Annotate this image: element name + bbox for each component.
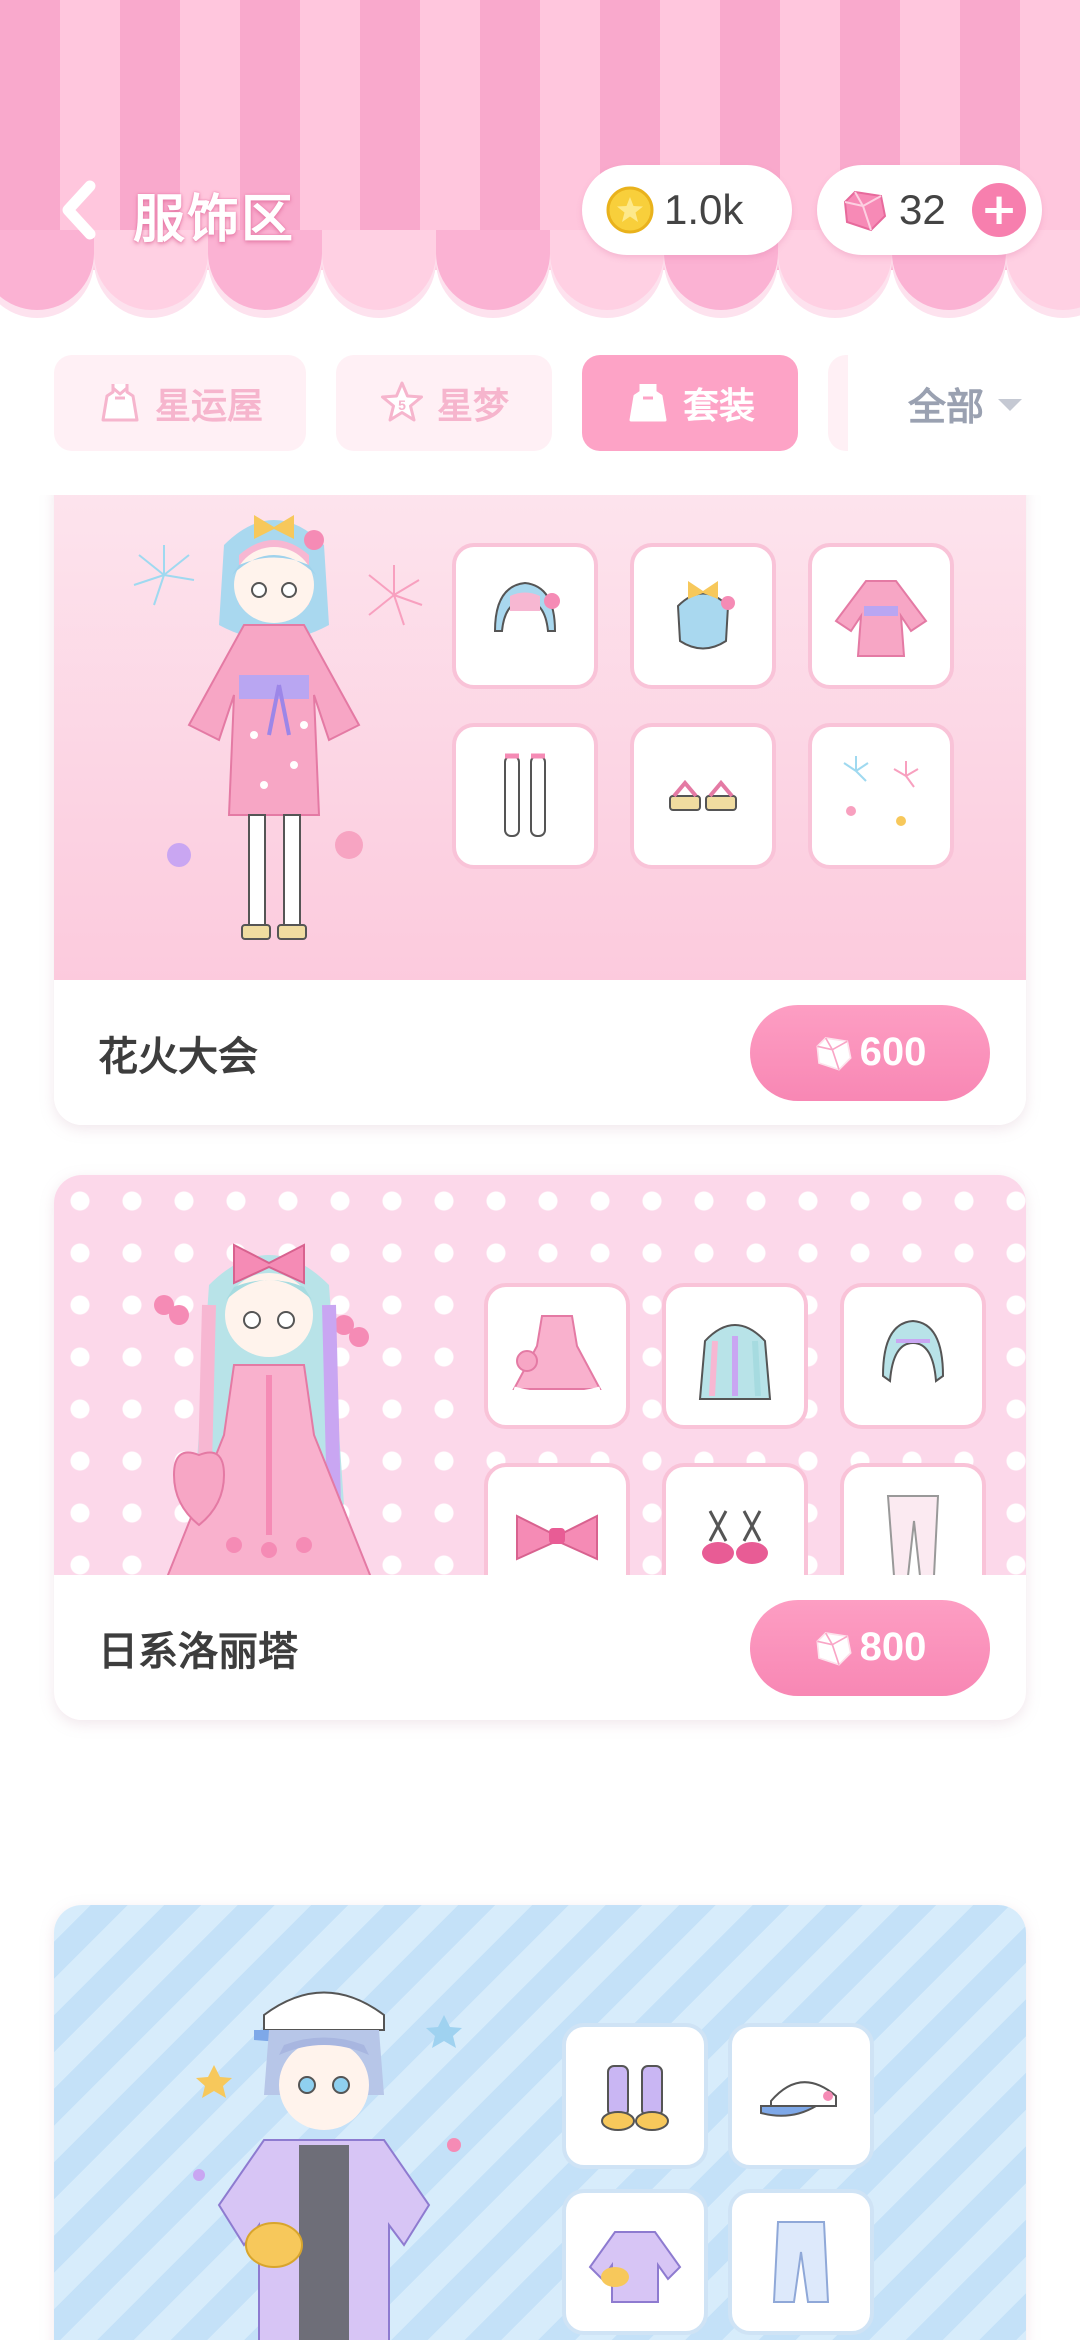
- kimono-girl-illustration: [133, 515, 423, 940]
- outfit-item[interactable]: [562, 2189, 708, 2335]
- outfit-preview: [54, 1905, 1026, 2340]
- tab-xingmeng[interactable]: 5 星梦: [336, 355, 552, 451]
- hair-back-icon: [676, 581, 735, 650]
- tab-label: 套装: [682, 386, 755, 427]
- lolita-dress-icon: [512, 1315, 602, 1398]
- outfit-card[interactable]: 日系洛丽塔 800: [54, 1175, 1026, 1720]
- awning-header: 服饰区 1.0k 32 +: [0, 0, 1080, 330]
- outfit-card[interactable]: [54, 1905, 1026, 2340]
- gem-icon: [843, 190, 887, 232]
- back-button[interactable]: [55, 175, 105, 245]
- gem-balance[interactable]: 32 +: [817, 165, 1042, 255]
- cap-icon: [760, 2081, 837, 2117]
- dress-icon: [629, 384, 667, 422]
- tab-partial[interactable]: [828, 355, 848, 451]
- tab-taozhuang[interactable]: 套装: [582, 355, 798, 451]
- hair-bangs-icon: [881, 1319, 945, 1383]
- outfit-name: 花火大会: [98, 1033, 258, 1080]
- outfit-item[interactable]: [452, 723, 598, 869]
- tab-label: 星运屋: [154, 386, 263, 427]
- outfit-item[interactable]: [484, 1283, 630, 1429]
- buy-price: 800: [859, 1625, 927, 1669]
- outfit-item[interactable]: [808, 723, 954, 869]
- kimono-icon: [834, 580, 928, 657]
- outfit-items: [562, 2023, 874, 2335]
- gem-icon: [816, 1036, 852, 1071]
- filter-dropdown[interactable]: 全部: [850, 355, 1080, 451]
- coin-balance[interactable]: 1.0k: [582, 165, 792, 255]
- jacket-icon: [588, 2231, 682, 2303]
- outfit-item[interactable]: [562, 2023, 708, 2169]
- coin-icon: [606, 186, 654, 234]
- star-5-icon: 5: [380, 381, 423, 422]
- buy-button[interactable]: 600: [750, 1004, 990, 1101]
- sneakers-icon: [601, 2065, 669, 2131]
- outfit-item[interactable]: [630, 543, 776, 689]
- caret-down-icon: [998, 399, 1022, 411]
- outfit-footer: 花火大会 600: [54, 980, 1026, 1125]
- boy-outfit-illustration: [193, 1991, 462, 2340]
- gem-icon: [816, 1631, 852, 1666]
- svg-text:5: 5: [398, 397, 406, 413]
- outfit-item[interactable]: [728, 2023, 874, 2169]
- long-wavy-hair-icon: [698, 1324, 772, 1400]
- outfit-name: 日系洛丽塔: [98, 1628, 298, 1675]
- chevron-left-icon: [62, 180, 96, 240]
- outfit-preview: [54, 495, 1026, 985]
- buy-price: 600: [859, 1030, 927, 1074]
- filter-label: 全部: [907, 384, 984, 429]
- category-tabs: 星运屋 5 星梦 套装 全部: [0, 355, 1080, 455]
- fireworks-background-icon: [843, 756, 919, 826]
- tab-label: 星梦: [436, 386, 509, 427]
- outfit-card[interactable]: 花火大会 600: [54, 495, 1026, 1125]
- coin-amount: 1.0k: [664, 186, 744, 233]
- add-gems-button[interactable]: +: [972, 183, 1026, 237]
- pants-icon: [772, 2221, 830, 2303]
- outfit-item[interactable]: [452, 543, 598, 689]
- stockings-icon: [504, 753, 546, 837]
- outfit-item[interactable]: [808, 543, 954, 689]
- page-title: 服饰区: [133, 190, 296, 250]
- outfit-items: [484, 1283, 986, 1609]
- outfit-items: [452, 543, 954, 869]
- outfit-item[interactable]: [630, 723, 776, 869]
- outfit-item[interactable]: [840, 1283, 986, 1429]
- outfit-list[interactable]: 花火大会 600 日系洛丽塔 800: [0, 495, 1080, 2340]
- outfit-item[interactable]: [662, 1283, 808, 1429]
- gem-amount: 32: [899, 186, 946, 233]
- hair-front-icon: [493, 581, 560, 632]
- sandals-icon: [669, 779, 737, 811]
- outfit-footer: 日系洛丽塔 800: [54, 1575, 1026, 1720]
- dress-icon: [101, 384, 139, 422]
- buy-button[interactable]: 800: [750, 1599, 990, 1696]
- tab-xingyunwu[interactable]: 星运屋: [54, 355, 306, 451]
- outfit-item[interactable]: [728, 2189, 874, 2335]
